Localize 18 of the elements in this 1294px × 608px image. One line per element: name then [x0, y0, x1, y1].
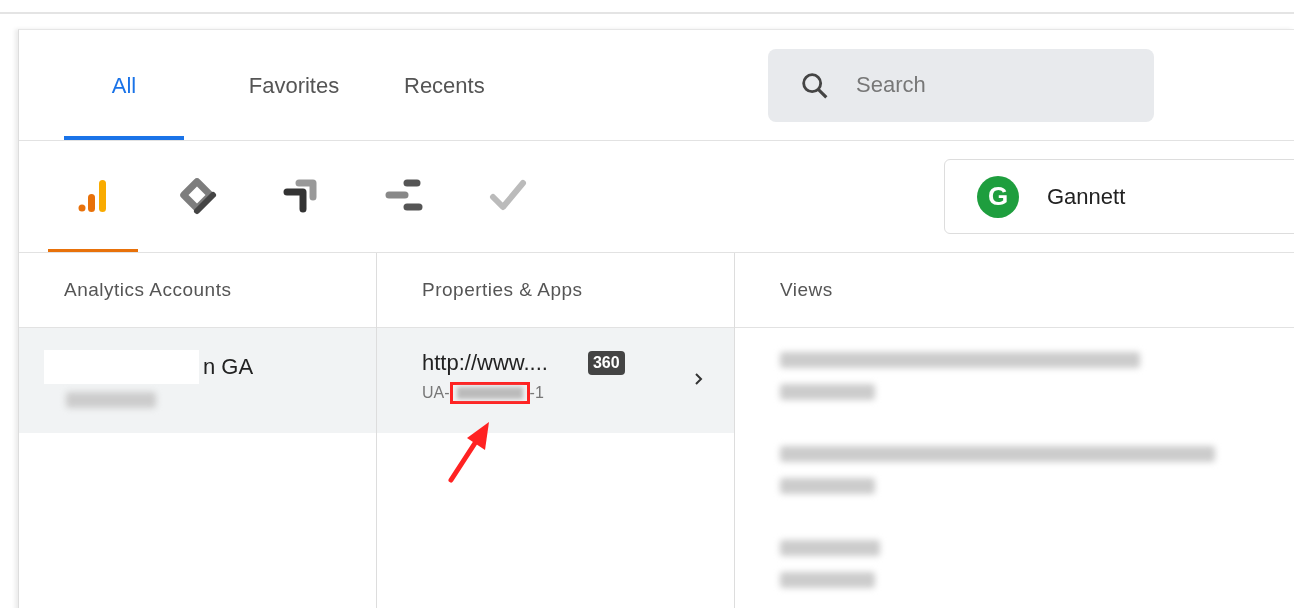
product-badge: 360 [587, 351, 625, 375]
search-field[interactable]: Search [768, 48, 1154, 122]
organization-selector[interactable]: G Gannett [944, 159, 1294, 234]
column-heading: Analytics Accounts [64, 279, 232, 301]
chevron-right-icon [694, 372, 704, 386]
tab[interactable]: Favorites [234, 30, 354, 140]
property-row[interactable]: http://www.... 360 UA- -1 [377, 328, 734, 433]
tab[interactable]: All [64, 30, 184, 140]
property-url: http://www.... [422, 350, 548, 376]
account-name: n GA [203, 354, 254, 380]
organization-avatar: G [977, 175, 1019, 218]
column-heading: Properties & Apps [422, 279, 583, 301]
account-row[interactable]: n GA [19, 328, 376, 433]
tab[interactable]: Recents [404, 30, 485, 140]
column-heading: Views [780, 279, 833, 301]
tracking-id-prefix: UA- [422, 384, 450, 402]
tracking-id-suffix: -1 [529, 384, 544, 402]
organization-name: Gannett [1047, 183, 1126, 210]
